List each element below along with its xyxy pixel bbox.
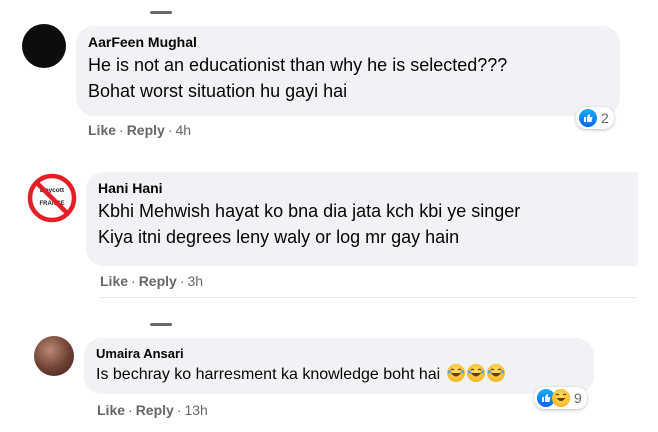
comment-timestamp[interactable]: 13h xyxy=(184,402,207,418)
like-link[interactable]: Like xyxy=(97,402,125,418)
comment-text: Bohat worst situation hu gayi hai xyxy=(88,81,348,101)
haha-icon xyxy=(552,389,570,407)
reaction-count: 2 xyxy=(601,110,609,126)
comment-text: Is bechray ko harresment ka knowledge bo… xyxy=(96,363,582,387)
comment-text: Kiya itni degrees leny waly or log mr ga… xyxy=(98,227,460,247)
comment-author[interactable]: Hani Hani xyxy=(98,180,626,196)
laughing-emoji-icon xyxy=(486,364,505,382)
comment-author[interactable]: Umaira Ansari xyxy=(96,346,582,361)
comment-actions: Like · Reply · 3h xyxy=(100,273,204,289)
comment-bubble: AarFeen Mughal He is not an educationist… xyxy=(76,26,620,116)
comment-bubble: Umaira Ansari Is bechray ko harresment k… xyxy=(84,338,594,394)
reaction-summary[interactable]: 9 xyxy=(534,387,587,409)
reaction-summary[interactable]: 2 xyxy=(576,107,614,129)
cropped-text-fragment xyxy=(150,323,172,326)
laughing-emoji-icon xyxy=(466,364,485,382)
avatar[interactable]: Boycott FRANCE xyxy=(26,172,78,224)
laughing-emoji-icon xyxy=(446,364,465,382)
like-link[interactable]: Like xyxy=(88,122,116,138)
comment-timestamp[interactable]: 4h xyxy=(175,122,191,138)
comment-text: Kbhi Mehwish hayat ko bna dia jata kch k… xyxy=(98,201,521,221)
comment-timestamp[interactable]: 3h xyxy=(187,273,203,289)
cropped-text-fragment xyxy=(150,11,172,14)
reply-link[interactable]: Reply xyxy=(136,402,174,418)
comment-actions: Like · Reply · 4h xyxy=(88,122,192,138)
comment-actions: Like · Reply · 13h xyxy=(97,402,208,418)
avatar[interactable] xyxy=(22,24,66,68)
boycott-france-icon: Boycott FRANCE xyxy=(27,173,77,223)
avatar[interactable] xyxy=(34,336,74,376)
comment-text: He is not an educationist than why he is… xyxy=(88,55,508,75)
reaction-count: 9 xyxy=(574,390,582,406)
comment-author[interactable]: AarFeen Mughal xyxy=(88,34,608,50)
thread-divider xyxy=(100,297,636,298)
reply-link[interactable]: Reply xyxy=(139,273,177,289)
comment-bubble: Hani Hani Kbhi Mehwish hayat ko bna dia … xyxy=(86,172,638,266)
like-link[interactable]: Like xyxy=(100,273,128,289)
reply-link[interactable]: Reply xyxy=(127,122,165,138)
like-icon xyxy=(579,109,597,127)
